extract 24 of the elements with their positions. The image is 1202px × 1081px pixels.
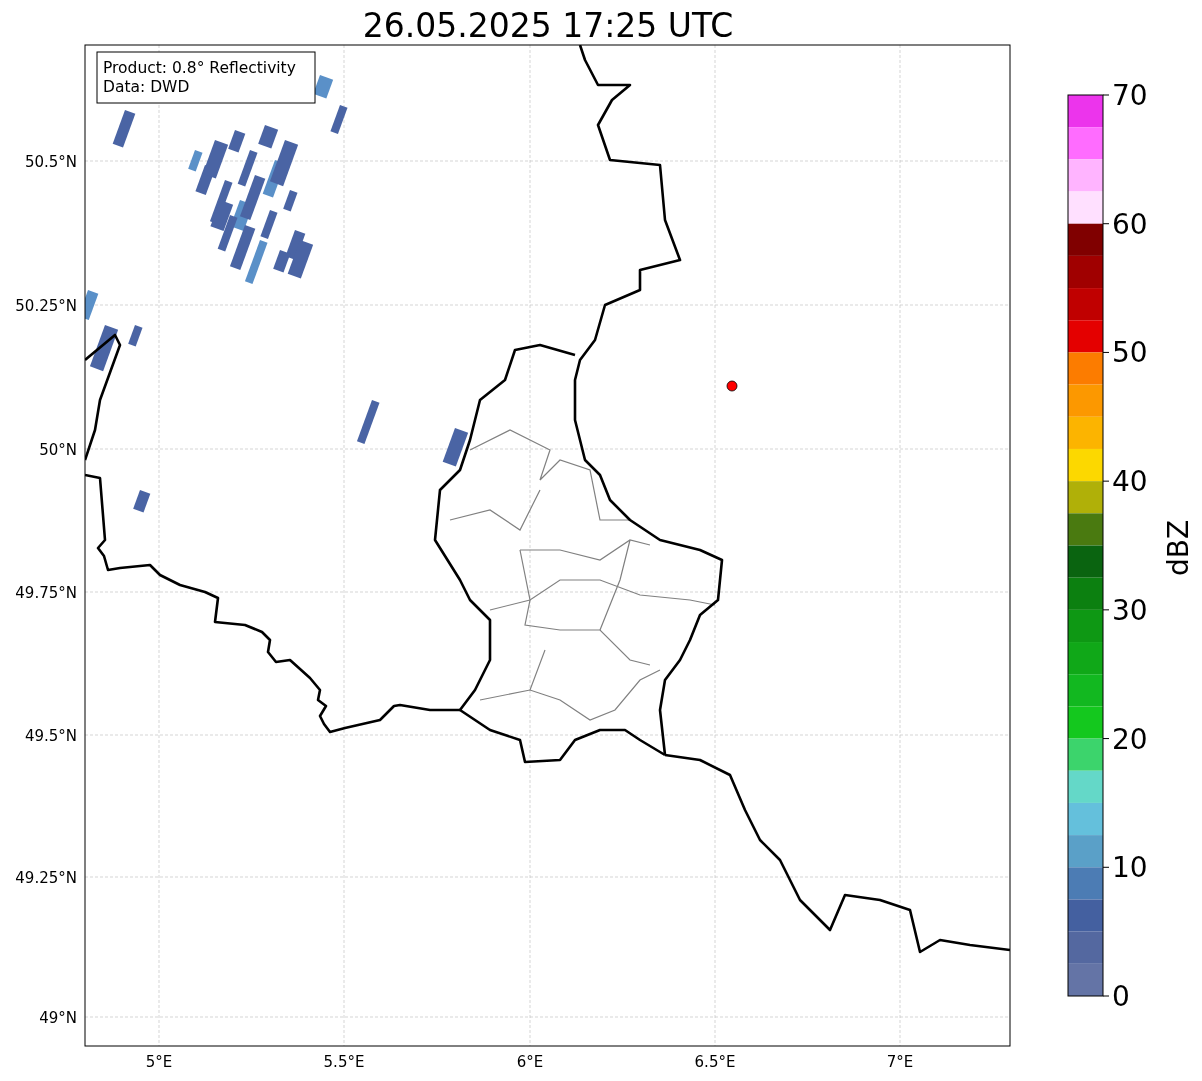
latitude-label: 49.5°N xyxy=(24,727,77,745)
colorbar-label: dBZ xyxy=(1162,519,1195,577)
longitude-label: 5.5°E xyxy=(323,1053,365,1071)
chart-title: 26.05.2025 17:25 UTC xyxy=(362,6,734,45)
latitude-label: 49°N xyxy=(39,1009,77,1027)
colorbar-tick-label: 70 xyxy=(1112,79,1148,112)
latitude-label: 50.25°N xyxy=(15,297,77,315)
latitude-label: 49.75°N xyxy=(15,584,77,602)
colorbar-tick-label: 60 xyxy=(1112,207,1148,241)
longitude-label: 7°E xyxy=(886,1053,914,1071)
longitude-label: 6.5°E xyxy=(694,1053,736,1071)
info-text: Data: DWD xyxy=(103,78,190,96)
colorbar-tick-label: 0 xyxy=(1112,980,1130,1013)
colorbar-tick-label: 20 xyxy=(1112,722,1148,756)
colorbar-tick-label: 30 xyxy=(1112,593,1148,627)
latitude-label: 50°N xyxy=(39,441,77,459)
latitude-label: 50.5°N xyxy=(24,153,77,171)
colorbar-tick-label: 10 xyxy=(1112,851,1148,885)
longitude-label: 5°E xyxy=(145,1053,173,1071)
colorbar-tick-label: 40 xyxy=(1112,465,1148,499)
info-text: Product: 0.8° Reflectivity xyxy=(103,59,296,77)
longitude-label: 6°E xyxy=(516,1053,544,1071)
colorbar-tick-label: 50 xyxy=(1112,336,1148,370)
latitude-label: 49.25°N xyxy=(15,869,77,887)
